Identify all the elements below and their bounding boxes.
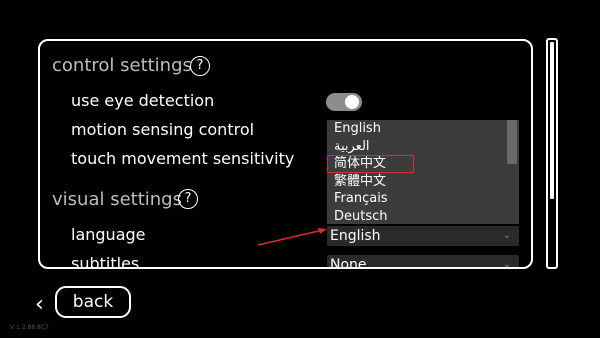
subtitles-select[interactable]: None ⌄ — [327, 255, 519, 269]
control-settings-help-icon[interactable]: ? — [190, 56, 210, 76]
chevron-left-icon[interactable]: ‹ — [35, 292, 44, 317]
language-selected-value: English — [330, 228, 381, 244]
chevron-down-icon: ⌄ — [502, 259, 511, 269]
language-select[interactable]: English ⌄ — [327, 226, 519, 246]
motion-sensing-label: motion sensing control — [71, 120, 255, 139]
language-option[interactable]: English — [327, 120, 519, 138]
control-settings-title: control settings — [52, 55, 192, 76]
subtitles-label: subtitles — [71, 254, 140, 269]
eye-detection-toggle[interactable] — [326, 93, 362, 111]
touch-sensitivity-label: touch movement sensitivity — [71, 149, 295, 168]
language-option[interactable]: Français — [327, 190, 519, 208]
subtitles-selected-value: None — [330, 257, 367, 269]
toggle-knob — [345, 95, 359, 109]
visual-settings-title: visual settings — [52, 189, 182, 210]
annotation-arrow-icon — [257, 228, 327, 246]
language-label: language — [71, 225, 146, 244]
eye-detection-label: use eye detection — [71, 91, 215, 110]
language-dropdown-list[interactable]: English العربية 简体中文 繁體中文 Français Deuts… — [327, 120, 519, 224]
dropdown-scrollbar[interactable] — [507, 120, 517, 164]
language-option-highlighted[interactable]: 简体中文 — [327, 155, 414, 173]
version-text: V 1.2.88.8C7 — [10, 324, 49, 331]
chevron-down-icon: ⌄ — [502, 230, 511, 241]
back-button[interactable]: back — [55, 286, 131, 318]
visual-settings-help-icon[interactable]: ? — [178, 189, 198, 209]
panel-scrollbar-thumb[interactable] — [550, 42, 554, 199]
language-option[interactable]: العربية — [327, 138, 519, 156]
language-option[interactable]: 繁體中文 — [327, 173, 519, 191]
language-option[interactable]: Deutsch — [327, 208, 519, 225]
panel-scrollbar[interactable] — [546, 38, 558, 269]
